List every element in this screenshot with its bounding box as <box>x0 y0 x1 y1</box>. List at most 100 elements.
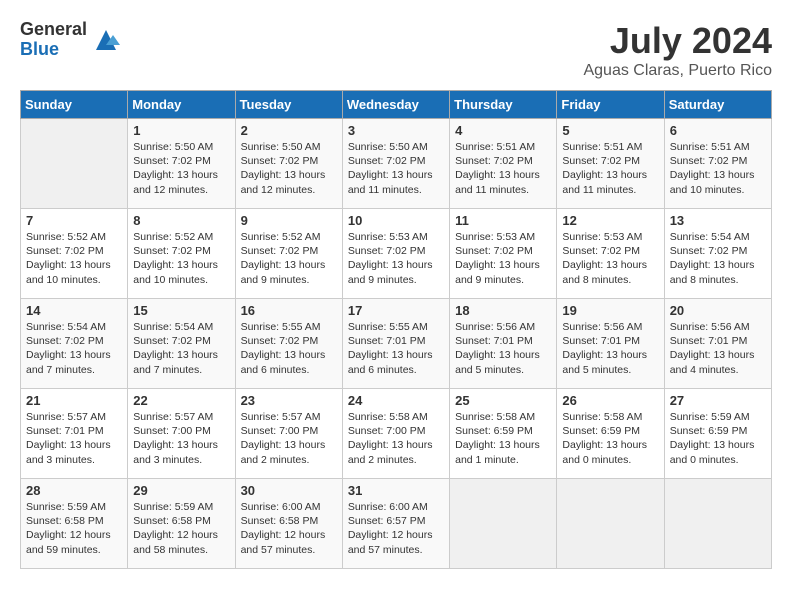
day-number: 15 <box>133 303 229 318</box>
week-row-5: 28 Sunrise: 5:59 AM Sunset: 6:58 PM Dayli… <box>21 479 772 569</box>
week-row-1: 1 Sunrise: 5:50 AM Sunset: 7:02 PM Daylig… <box>21 119 772 209</box>
day-number: 9 <box>241 213 337 228</box>
calendar-cell: 15 Sunrise: 5:54 AM Sunset: 7:02 PM Dayli… <box>128 299 235 389</box>
calendar-cell: 13 Sunrise: 5:54 AM Sunset: 7:02 PM Dayli… <box>664 209 771 299</box>
cell-info: Sunrise: 5:52 AM Sunset: 7:02 PM Dayligh… <box>133 230 229 287</box>
header-row: SundayMondayTuesdayWednesdayThursdayFrid… <box>21 91 772 119</box>
day-number: 22 <box>133 393 229 408</box>
cell-info: Sunrise: 5:58 AM Sunset: 7:00 PM Dayligh… <box>348 410 444 467</box>
cell-info: Sunrise: 5:55 AM Sunset: 7:02 PM Dayligh… <box>241 320 337 377</box>
calendar-cell: 10 Sunrise: 5:53 AM Sunset: 7:02 PM Dayli… <box>342 209 449 299</box>
cell-info: Sunrise: 5:58 AM Sunset: 6:59 PM Dayligh… <box>562 410 658 467</box>
logo: General Blue <box>20 20 121 60</box>
cell-info: Sunrise: 5:58 AM Sunset: 6:59 PM Dayligh… <box>455 410 551 467</box>
calendar-cell <box>557 479 664 569</box>
day-number: 8 <box>133 213 229 228</box>
day-number: 10 <box>348 213 444 228</box>
cell-info: Sunrise: 5:57 AM Sunset: 7:00 PM Dayligh… <box>133 410 229 467</box>
cell-info: Sunrise: 5:51 AM Sunset: 7:02 PM Dayligh… <box>562 140 658 197</box>
calendar-cell: 27 Sunrise: 5:59 AM Sunset: 6:59 PM Dayli… <box>664 389 771 479</box>
cell-info: Sunrise: 5:54 AM Sunset: 7:02 PM Dayligh… <box>133 320 229 377</box>
calendar-cell: 14 Sunrise: 5:54 AM Sunset: 7:02 PM Dayli… <box>21 299 128 389</box>
header-friday: Friday <box>557 91 664 119</box>
cell-info: Sunrise: 5:50 AM Sunset: 7:02 PM Dayligh… <box>133 140 229 197</box>
week-row-2: 7 Sunrise: 5:52 AM Sunset: 7:02 PM Daylig… <box>21 209 772 299</box>
cell-info: Sunrise: 5:54 AM Sunset: 7:02 PM Dayligh… <box>26 320 122 377</box>
cell-info: Sunrise: 5:50 AM Sunset: 7:02 PM Dayligh… <box>348 140 444 197</box>
day-number: 17 <box>348 303 444 318</box>
title-section: July 2024 Aguas Claras, Puerto Rico <box>583 20 772 80</box>
day-number: 6 <box>670 123 766 138</box>
cell-info: Sunrise: 5:56 AM Sunset: 7:01 PM Dayligh… <box>562 320 658 377</box>
header-monday: Monday <box>128 91 235 119</box>
header-wednesday: Wednesday <box>342 91 449 119</box>
day-number: 1 <box>133 123 229 138</box>
day-number: 13 <box>670 213 766 228</box>
logo-icon <box>91 25 121 55</box>
cell-info: Sunrise: 5:53 AM Sunset: 7:02 PM Dayligh… <box>348 230 444 287</box>
cell-info: Sunrise: 5:51 AM Sunset: 7:02 PM Dayligh… <box>670 140 766 197</box>
calendar-cell: 21Sunrise: 5:57 AM Sunset: 7:01 PM Dayli… <box>21 389 128 479</box>
day-number: 11 <box>455 213 551 228</box>
calendar-cell: 12 Sunrise: 5:53 AM Sunset: 7:02 PM Dayli… <box>557 209 664 299</box>
cell-info: Sunrise: 5:56 AM Sunset: 7:01 PM Dayligh… <box>670 320 766 377</box>
calendar-cell: 1 Sunrise: 5:50 AM Sunset: 7:02 PM Daylig… <box>128 119 235 209</box>
cell-info: Sunrise: 5:59 AM Sunset: 6:59 PM Dayligh… <box>670 410 766 467</box>
calendar-cell: 20 Sunrise: 5:56 AM Sunset: 7:01 PM Dayli… <box>664 299 771 389</box>
calendar-cell <box>664 479 771 569</box>
day-number: 5 <box>562 123 658 138</box>
day-number: 3 <box>348 123 444 138</box>
day-number: 28 <box>26 483 122 498</box>
day-number: 12 <box>562 213 658 228</box>
day-number: 7 <box>26 213 122 228</box>
calendar-cell: 11 Sunrise: 5:53 AM Sunset: 7:02 PM Dayli… <box>450 209 557 299</box>
day-number: 23 <box>241 393 337 408</box>
cell-info: Sunrise: 5:53 AM Sunset: 7:02 PM Dayligh… <box>562 230 658 287</box>
month-title: July 2024 <box>583 20 772 62</box>
cell-info: Sunrise: 5:54 AM Sunset: 7:02 PM Dayligh… <box>670 230 766 287</box>
calendar-cell <box>21 119 128 209</box>
calendar-body: 1 Sunrise: 5:50 AM Sunset: 7:02 PM Daylig… <box>21 119 772 569</box>
calendar-cell: 2Sunrise: 5:50 AM Sunset: 7:02 PM Daylig… <box>235 119 342 209</box>
day-number: 29 <box>133 483 229 498</box>
calendar-cell: 19Sunrise: 5:56 AM Sunset: 7:01 PM Dayli… <box>557 299 664 389</box>
day-number: 30 <box>241 483 337 498</box>
calendar-cell: 28Sunrise: 5:59 AM Sunset: 6:58 PM Dayli… <box>21 479 128 569</box>
day-number: 25 <box>455 393 551 408</box>
calendar-header: SundayMondayTuesdayWednesdayThursdayFrid… <box>21 91 772 119</box>
logo-general: General <box>20 20 87 40</box>
cell-info: Sunrise: 6:00 AM Sunset: 6:58 PM Dayligh… <box>241 500 337 557</box>
calendar-cell: 18Sunrise: 5:56 AM Sunset: 7:01 PM Dayli… <box>450 299 557 389</box>
cell-info: Sunrise: 5:51 AM Sunset: 7:02 PM Dayligh… <box>455 140 551 197</box>
calendar-table: SundayMondayTuesdayWednesdayThursdayFrid… <box>20 90 772 569</box>
calendar-cell: 3 Sunrise: 5:50 AM Sunset: 7:02 PM Daylig… <box>342 119 449 209</box>
calendar-cell: 24Sunrise: 5:58 AM Sunset: 7:00 PM Dayli… <box>342 389 449 479</box>
day-number: 4 <box>455 123 551 138</box>
calendar-cell: 8 Sunrise: 5:52 AM Sunset: 7:02 PM Daylig… <box>128 209 235 299</box>
day-number: 18 <box>455 303 551 318</box>
header-thursday: Thursday <box>450 91 557 119</box>
calendar-cell: 17 Sunrise: 5:55 AM Sunset: 7:01 PM Dayli… <box>342 299 449 389</box>
day-number: 27 <box>670 393 766 408</box>
cell-info: Sunrise: 5:53 AM Sunset: 7:02 PM Dayligh… <box>455 230 551 287</box>
cell-info: Sunrise: 5:55 AM Sunset: 7:01 PM Dayligh… <box>348 320 444 377</box>
logo-text: General Blue <box>20 20 87 60</box>
calendar-cell: 26 Sunrise: 5:58 AM Sunset: 6:59 PM Dayli… <box>557 389 664 479</box>
day-number: 20 <box>670 303 766 318</box>
cell-info: Sunrise: 5:57 AM Sunset: 7:00 PM Dayligh… <box>241 410 337 467</box>
calendar-cell <box>450 479 557 569</box>
cell-info: Sunrise: 5:59 AM Sunset: 6:58 PM Dayligh… <box>133 500 229 557</box>
day-number: 26 <box>562 393 658 408</box>
header-sunday: Sunday <box>21 91 128 119</box>
week-row-3: 14 Sunrise: 5:54 AM Sunset: 7:02 PM Dayli… <box>21 299 772 389</box>
cell-info: Sunrise: 5:52 AM Sunset: 7:02 PM Dayligh… <box>26 230 122 287</box>
header-tuesday: Tuesday <box>235 91 342 119</box>
page-header: General Blue July 2024 Aguas Claras, Pue… <box>20 20 772 80</box>
cell-info: Sunrise: 5:52 AM Sunset: 7:02 PM Dayligh… <box>241 230 337 287</box>
cell-info: Sunrise: 5:57 AM Sunset: 7:01 PM Dayligh… <box>26 410 122 467</box>
week-row-4: 21Sunrise: 5:57 AM Sunset: 7:01 PM Dayli… <box>21 389 772 479</box>
calendar-cell: 5 Sunrise: 5:51 AM Sunset: 7:02 PM Daylig… <box>557 119 664 209</box>
day-number: 14 <box>26 303 122 318</box>
calendar-cell: 22 Sunrise: 5:57 AM Sunset: 7:00 PM Dayli… <box>128 389 235 479</box>
day-number: 31 <box>348 483 444 498</box>
